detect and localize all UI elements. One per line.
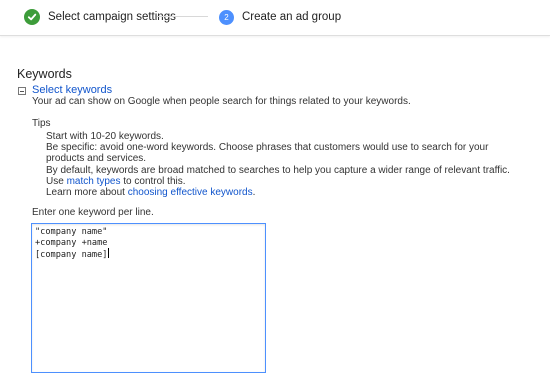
keyword-text: [company name]	[35, 250, 108, 261]
progress-steps-bar: Select campaign settings 2 Create an ad …	[0, 0, 550, 36]
section-title: Keywords	[17, 67, 72, 81]
keywords-description: Your ad can show on Google when people s…	[32, 96, 411, 107]
step-create-ad-group[interactable]: 2 Create an ad group	[219, 8, 341, 26]
step-select-campaign-settings[interactable]: Select campaign settings	[24, 8, 176, 26]
keyword-text: "company name"	[35, 227, 108, 237]
step-label: Select campaign settings	[48, 11, 176, 23]
keyword-line: [company name]	[35, 248, 262, 261]
step-label: Create an ad group	[242, 11, 342, 23]
keyword-line: "company name"	[35, 227, 262, 238]
match-types-link[interactable]: match types	[67, 176, 121, 187]
select-keywords-link[interactable]: Select keywords	[32, 84, 112, 96]
choosing-effective-keywords-link[interactable]: choosing effective keywords	[128, 187, 253, 198]
collapse-icon[interactable]	[18, 87, 26, 95]
step-number-badge: 2	[219, 9, 234, 25]
keywords-textarea[interactable]: "company name" +company +name [company n…	[31, 223, 266, 373]
tip-line: By default, keywords are broad matched t…	[46, 164, 510, 176]
tip-text: to control this.	[120, 175, 186, 187]
keyword-line: +company +name	[35, 238, 262, 249]
tip-line: products and services.	[46, 153, 147, 165]
tip-line: Start with 10-20 keywords.	[46, 131, 164, 142]
keyword-text: +company +name	[35, 237, 108, 248]
tips-heading: Tips	[32, 118, 51, 129]
tips-list: Start with 10-20 keywords. Be specific: …	[46, 131, 516, 198]
tip-line: Be specific: avoid one-word keywords. Ch…	[46, 142, 489, 154]
tip-text: .	[252, 187, 256, 199]
step-connector	[157, 16, 208, 17]
keyword-input-label: Enter one keyword per line.	[32, 207, 154, 218]
check-icon	[24, 9, 40, 25]
tip-line: Learn more about choosing effective keyw…	[46, 187, 516, 198]
text-cursor	[108, 248, 110, 259]
tip-text: Use	[46, 175, 67, 187]
tip-line: Use match types to control this.	[46, 176, 516, 187]
tip-text: Learn more about	[46, 187, 128, 199]
